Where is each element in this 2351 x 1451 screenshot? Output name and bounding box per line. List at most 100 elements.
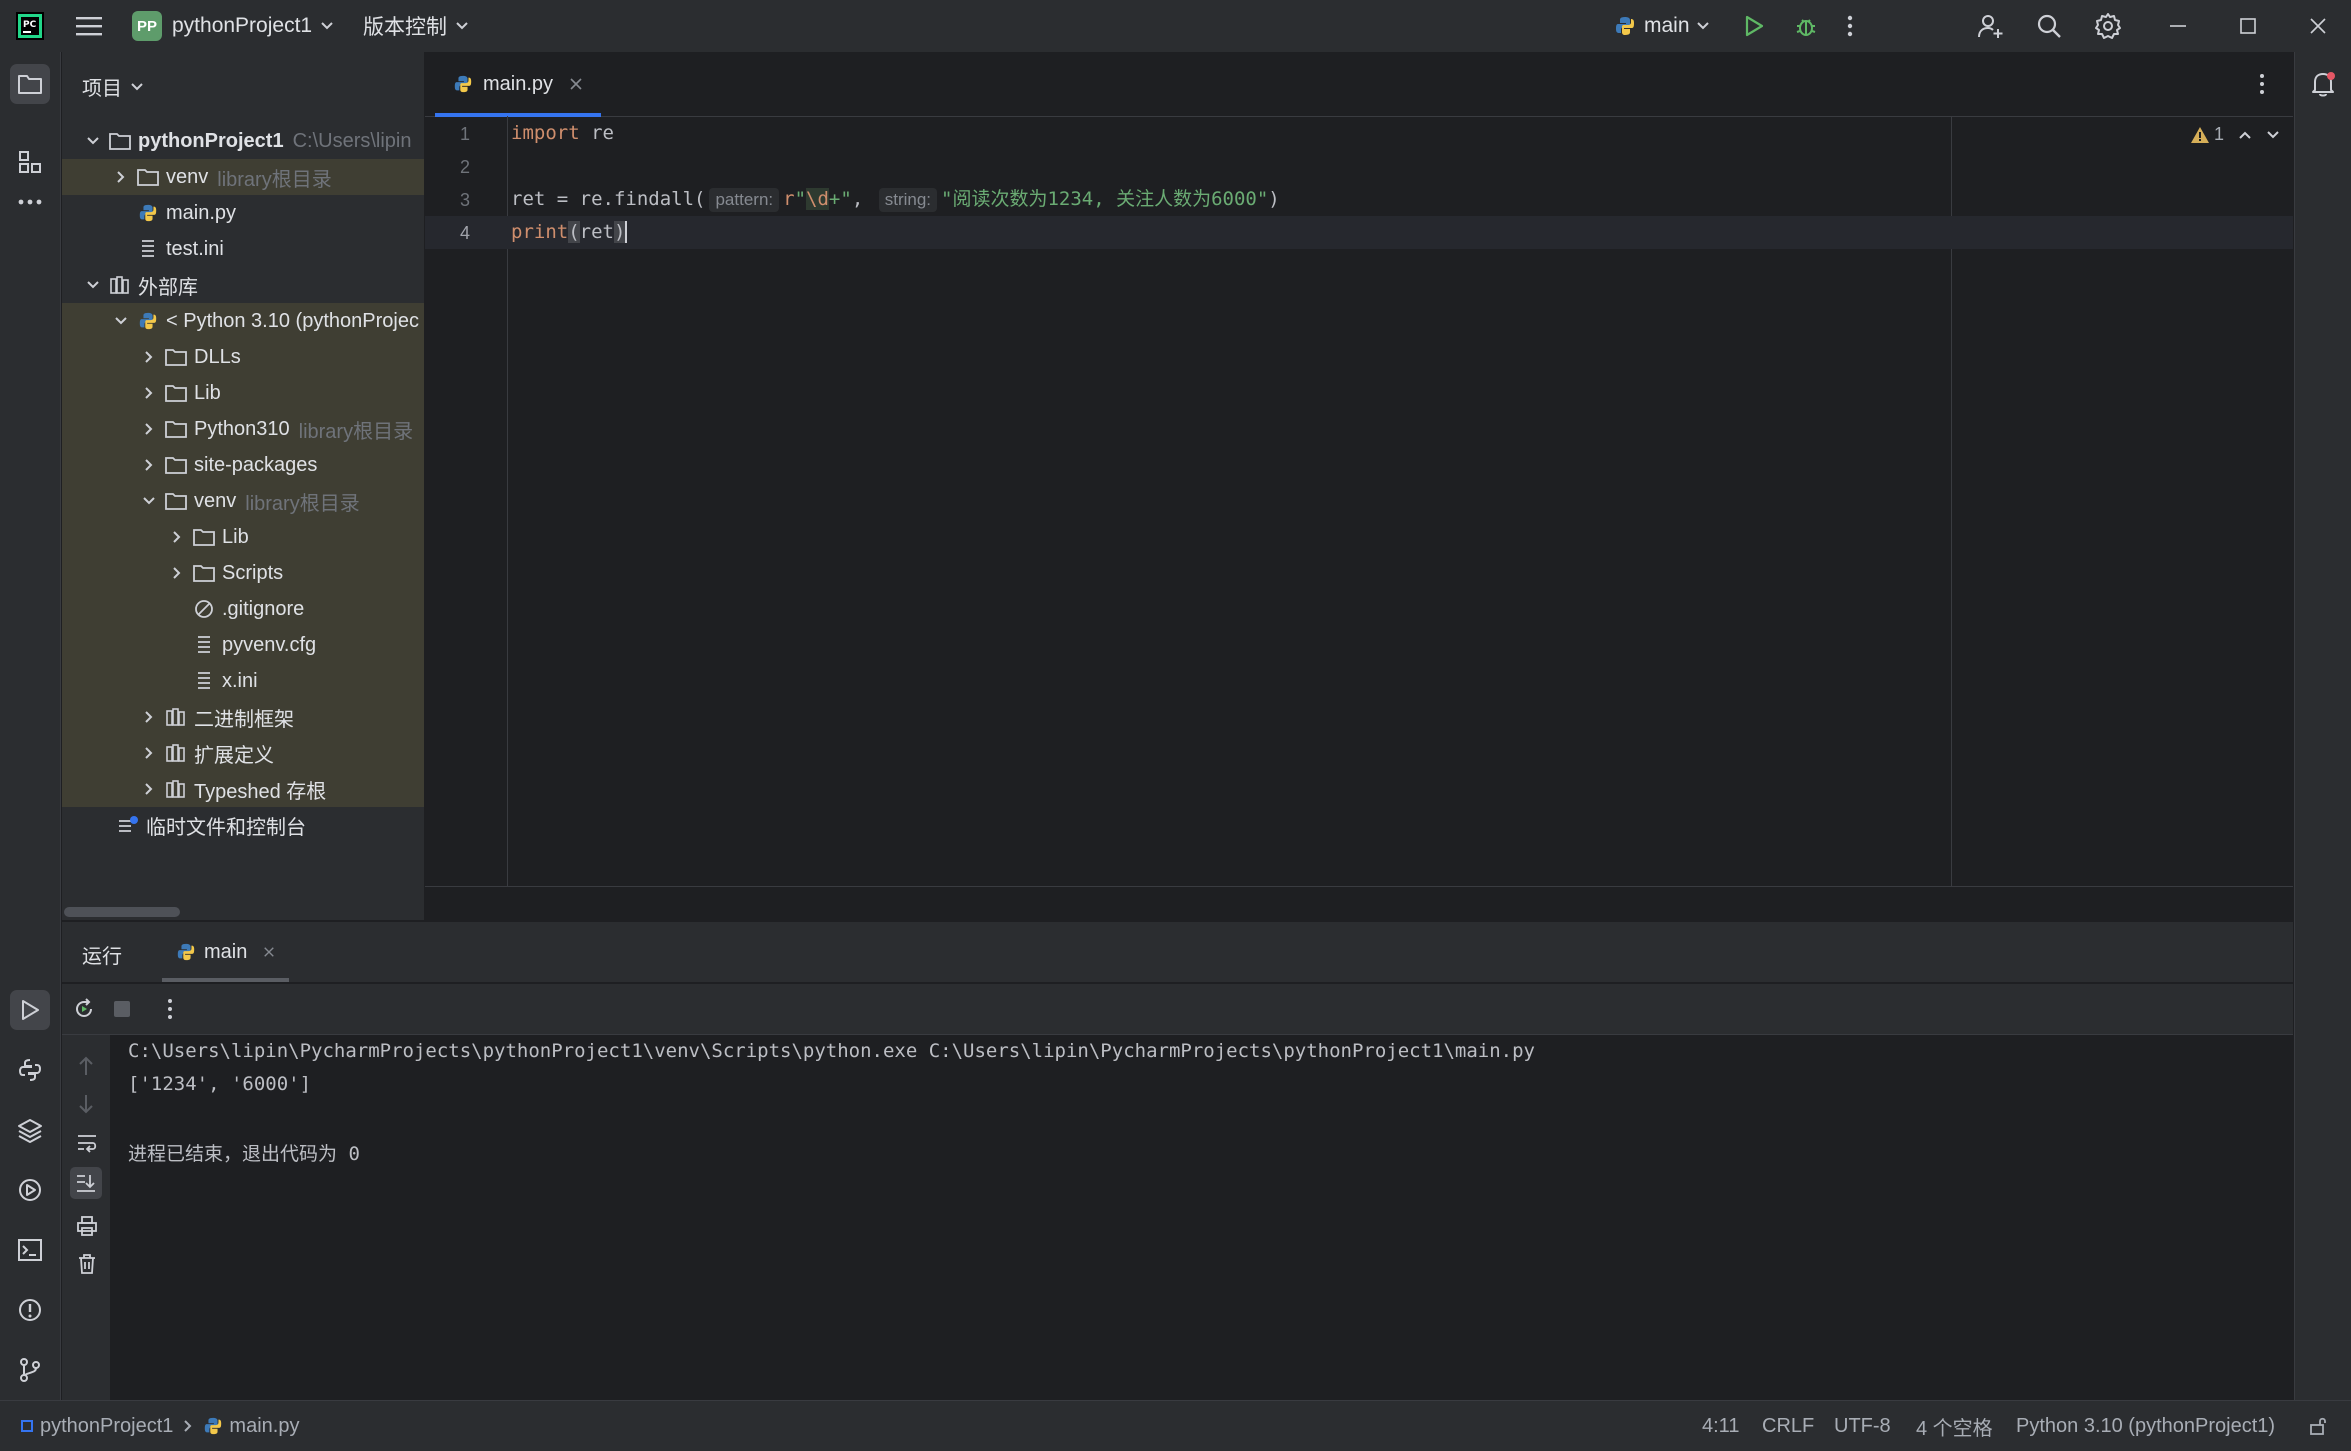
chevron-right-icon[interactable] xyxy=(166,566,188,580)
chevron-down-icon[interactable] xyxy=(138,496,160,506)
chevron-right-icon[interactable] xyxy=(166,530,188,544)
scroll-down-button[interactable] xyxy=(76,1093,96,1115)
terminal-button[interactable] xyxy=(10,1230,50,1270)
tree-item-label: DLLs xyxy=(194,345,241,368)
editor-tabs-menu-button[interactable] xyxy=(2258,72,2266,96)
problems-button[interactable] xyxy=(10,1290,50,1330)
code-string: " xyxy=(794,188,807,210)
tree-item-venv-lib-folder[interactable]: Lib xyxy=(62,519,424,555)
indent-setting[interactable]: 4 个空格 xyxy=(1916,1401,1993,1451)
run-more-button[interactable] xyxy=(166,998,174,1020)
tree-item-dlls[interactable]: DLLs xyxy=(62,339,424,375)
inspection-widget[interactable]: 1 xyxy=(2190,124,2280,145)
folder-icon xyxy=(164,381,188,405)
code-line-1[interactable]: import re xyxy=(511,117,614,150)
tree-item-project-root[interactable]: pythonProject1 C:\Users\lipin xyxy=(62,123,424,159)
main-menu-button[interactable] xyxy=(76,0,102,52)
chevron-right-icon[interactable] xyxy=(138,746,160,760)
python-packages-button[interactable] xyxy=(10,1110,50,1150)
tree-item-python310[interactable]: Python310 library根目录 xyxy=(62,411,424,447)
tree-item-gitignore[interactable]: .gitignore xyxy=(62,591,424,627)
tree-item-lib[interactable]: Lib xyxy=(62,375,424,411)
tree-item-site-packages[interactable]: site-packages xyxy=(62,447,424,483)
warning-icon xyxy=(2191,126,2209,143)
breadcrumb-project[interactable]: pythonProject1 xyxy=(40,1415,173,1438)
tree-item-python-sdk[interactable]: < Python 3.10 (pythonProjec xyxy=(62,303,424,339)
run-tab-main[interactable]: main xyxy=(162,922,290,982)
python-interpreter[interactable]: Python 3.10 (pythonProject1) xyxy=(2016,1401,2275,1451)
notifications-button[interactable] xyxy=(2309,70,2337,98)
scroll-to-end-button[interactable] xyxy=(70,1167,102,1199)
tree-item-pyvenv-cfg[interactable]: pyvenv.cfg xyxy=(62,627,424,663)
chevron-right-icon[interactable] xyxy=(138,782,160,796)
run-button[interactable] xyxy=(1742,0,1766,52)
console-line[interactable]: 进程已结束，退出代码为 0 xyxy=(128,1139,360,1166)
minimize-button[interactable] xyxy=(2168,0,2188,52)
tree-item-label: site-packages xyxy=(194,453,318,476)
tree-item-scratches[interactable]: 临时文件和控制台 xyxy=(62,807,424,843)
chevron-down-icon xyxy=(2267,130,2279,138)
search-button[interactable] xyxy=(2035,0,2063,52)
chevron-right-icon[interactable] xyxy=(138,458,160,472)
close-window-button[interactable] xyxy=(2308,0,2328,52)
tree-item-typeshed[interactable]: Typeshed 存根 xyxy=(62,771,424,807)
tree-item-x-ini[interactable]: x.ini xyxy=(62,663,424,699)
read-only-toggle[interactable] xyxy=(2308,1401,2328,1451)
horizontal-scrollbar[interactable] xyxy=(64,907,180,917)
project-panel-header[interactable]: 项目 xyxy=(82,72,144,101)
line-separator[interactable]: CRLF xyxy=(1762,1401,1814,1451)
add-user-button[interactable] xyxy=(1976,0,2004,52)
tree-item-main-py[interactable]: main.py xyxy=(62,195,424,231)
chevron-right-icon xyxy=(184,1420,192,1432)
code-line-4[interactable]: print(ret) xyxy=(511,216,628,249)
tree-item-venv-lib[interactable]: venv library根目录 xyxy=(62,483,424,519)
settings-button[interactable] xyxy=(2094,0,2122,52)
bug-icon xyxy=(1796,19,1816,36)
python-console-button[interactable] xyxy=(10,1050,50,1090)
tree-item-external-libs[interactable]: 外部库 xyxy=(62,267,424,303)
chevron-right-icon[interactable] xyxy=(138,386,160,400)
clear-console-button[interactable] xyxy=(76,1253,98,1275)
code-line-3[interactable]: ret = re.findall(pattern: r"\d+", string:… xyxy=(511,183,1280,216)
chevron-down-icon[interactable] xyxy=(82,136,104,146)
soft-wrap-button[interactable] xyxy=(76,1133,98,1153)
maximize-button[interactable] xyxy=(2238,0,2258,52)
more-actions-button[interactable] xyxy=(1846,0,1854,52)
caret-position[interactable]: 4:11 xyxy=(1702,1401,1739,1451)
scroll-up-button[interactable] xyxy=(76,1055,96,1077)
chevron-right-icon[interactable] xyxy=(138,422,160,436)
close-tab-icon[interactable] xyxy=(263,946,275,958)
chevron-right-icon[interactable] xyxy=(110,170,132,184)
console-line[interactable]: ['1234', '6000'] xyxy=(128,1073,311,1095)
chevron-down-icon[interactable] xyxy=(110,316,132,326)
project-switcher[interactable]: PP pythonProject1 xyxy=(132,0,334,52)
rerun-button[interactable] xyxy=(72,997,96,1021)
text-file-icon xyxy=(192,633,216,657)
git-button[interactable] xyxy=(10,1350,50,1390)
more-tools-button[interactable] xyxy=(10,182,50,222)
chevron-down-icon[interactable] xyxy=(82,280,104,290)
services-button[interactable] xyxy=(10,1170,50,1210)
chevron-right-icon[interactable] xyxy=(138,350,160,364)
console-line[interactable]: C:\Users\lipin\PycharmProjects\pythonPro… xyxy=(128,1040,1535,1062)
tree-item-binary-skeletons[interactable]: 二进制框架 xyxy=(62,699,424,735)
structure-tool-button[interactable] xyxy=(10,142,50,182)
close-tab-icon[interactable] xyxy=(569,77,583,91)
tree-item-extended-definitions[interactable]: 扩展定义 xyxy=(62,735,424,771)
tree-item-test-ini[interactable]: test.ini xyxy=(62,231,424,267)
tree-item-label: venv xyxy=(166,165,209,188)
print-button[interactable] xyxy=(76,1215,98,1237)
tab-main-py[interactable]: main.py xyxy=(435,52,602,117)
tree-item-hint: library根目录 xyxy=(298,420,414,443)
stop-button[interactable] xyxy=(112,999,132,1019)
file-encoding[interactable]: UTF-8 xyxy=(1834,1401,1891,1451)
tree-item-venv[interactable]: venv library根目录 xyxy=(62,159,424,195)
debug-button[interactable] xyxy=(1794,0,1818,52)
chevron-right-icon[interactable] xyxy=(138,710,160,724)
run-config-selector[interactable]: main xyxy=(1614,0,1710,52)
tree-item-scripts[interactable]: Scripts xyxy=(62,555,424,591)
vcs-menu[interactable]: 版本控制 xyxy=(363,0,469,52)
breadcrumb-file[interactable]: main.py xyxy=(229,1415,299,1438)
project-tool-button[interactable] xyxy=(10,64,50,104)
run-tool-button[interactable] xyxy=(10,990,50,1030)
